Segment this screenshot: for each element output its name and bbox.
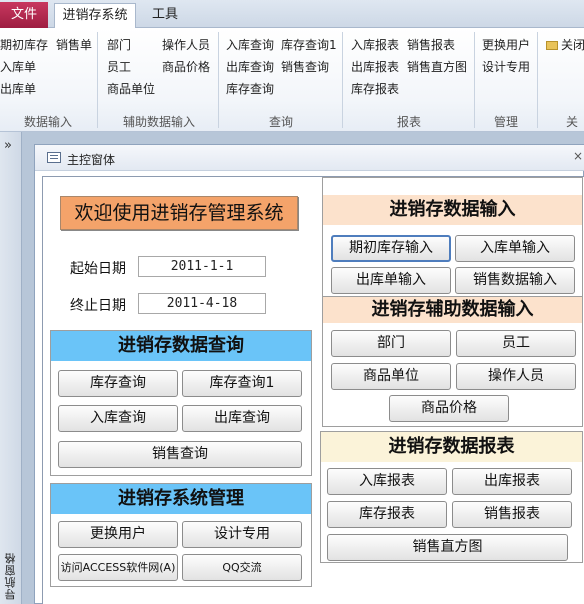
navigation-pane-label: 导航窗格 <box>4 552 17 600</box>
group-label-manage: 管理 <box>493 115 518 129</box>
form-body: 欢迎使用进销存管理系统 起始日期 2011-1-1 终止日期 2011-4-18… <box>42 176 584 604</box>
form-tab[interactable]: 主控窗体 × <box>35 145 584 171</box>
ribbon-product-unit[interactable]: 商品单位 <box>107 80 155 97</box>
start-date-field[interactable]: 2011-1-1 <box>138 256 266 277</box>
group-label-close: 关 <box>566 115 579 129</box>
welcome-banner: 欢迎使用进销存管理系统 <box>60 196 298 230</box>
inbound-order-input-button[interactable]: 入库单输入 <box>455 235 575 262</box>
query-panel-title: 进销存数据查询 <box>51 331 311 361</box>
system-management-title: 进销存系统管理 <box>51 484 311 514</box>
switch-user-button[interactable]: 更换用户 <box>58 521 178 548</box>
ribbon-separator <box>537 32 538 128</box>
ribbon-sales-histogram[interactable]: 销售直方图 <box>407 58 467 75</box>
outbound-report-button[interactable]: 出库报表 <box>452 468 572 495</box>
outbound-query-button[interactable]: 出库查询 <box>182 405 302 432</box>
group-label-query: 查询 <box>268 115 293 129</box>
ribbon-sales-query[interactable]: 销售查询 <box>281 58 329 75</box>
visit-access-site-button[interactable]: 访问ACCESS软件网(A) <box>58 554 178 581</box>
product-price-button[interactable]: 商品价格 <box>389 395 509 422</box>
ribbon-inbound-report[interactable]: 入库报表 <box>351 36 399 53</box>
ribbon-stock-query-1[interactable]: 库存查询1 <box>281 36 337 53</box>
ribbon-sales-report[interactable]: 销售报表 <box>407 36 455 53</box>
ribbon-department[interactable]: 部门 <box>107 36 131 53</box>
system-management-panel: 进销存系统管理 更换用户 设计专用 访问ACCESS软件网(A) QQ交流 <box>50 483 312 587</box>
ribbon-close[interactable]: 关闭 <box>546 36 584 53</box>
main-form-window: 主控窗体 × 欢迎使用进销存管理系统 起始日期 2011-1-1 终止日期 20… <box>34 144 584 604</box>
inbound-query-button[interactable]: 入库查询 <box>58 405 178 432</box>
workspace: 主控窗体 × 欢迎使用进销存管理系统 起始日期 2011-1-1 终止日期 20… <box>22 132 584 604</box>
stock-query-button[interactable]: 库存查询 <box>58 370 178 397</box>
inbound-report-button[interactable]: 入库报表 <box>327 468 447 495</box>
qq-chat-button[interactable]: QQ交流 <box>182 554 302 581</box>
stock-query-1-button[interactable]: 库存查询1 <box>182 370 302 397</box>
end-date-field[interactable]: 2011-4-18 <box>138 293 266 314</box>
department-button[interactable]: 部门 <box>331 330 451 357</box>
ribbon-close-label: 关闭 <box>561 38 584 52</box>
design-only-button[interactable]: 设计专用 <box>182 521 302 548</box>
group-label-data-input: 数据输入 <box>23 115 72 129</box>
ribbon-employee[interactable]: 员工 <box>107 58 131 75</box>
ribbon-outbound-query[interactable]: 出库查询 <box>226 58 274 75</box>
aux-data-input-title: 进销存辅助数据输入 <box>323 297 582 323</box>
sales-histogram-button[interactable]: 销售直方图 <box>327 534 568 561</box>
group-label-reports: 报表 <box>396 115 421 129</box>
ribbon-sales-order[interactable]: 销售单 <box>56 36 92 53</box>
ribbon-stock-query[interactable]: 库存查询 <box>226 80 274 97</box>
sales-data-input-button[interactable]: 销售数据输入 <box>455 267 575 294</box>
ribbon-outbound-report[interactable]: 出库报表 <box>351 58 399 75</box>
report-panel: 进销存数据报表 入库报表 出库报表 库存报表 销售报表 销售直方图 <box>320 431 583 563</box>
ribbon-operator[interactable]: 操作人员 <box>162 36 210 53</box>
operator-button[interactable]: 操作人员 <box>456 363 576 390</box>
opening-stock-input-button[interactable]: 期初库存输入 <box>331 235 451 262</box>
ribbon-tab-strip: 文件 进销存系统 工具 <box>0 0 584 28</box>
ribbon-switch-user[interactable]: 更换用户 <box>482 36 530 53</box>
ribbon-separator <box>342 32 343 128</box>
expand-chevron-icon[interactable]: » <box>4 138 12 153</box>
tab-tools[interactable]: 工具 <box>142 3 188 28</box>
tab-inventory-system[interactable]: 进销存系统 <box>54 3 136 28</box>
ribbon-stock-report[interactable]: 库存报表 <box>351 80 399 97</box>
aux-data-input-panel: 进销存辅助数据输入 部门 员工 商品单位 操作人员 商品价格 <box>322 297 583 427</box>
ribbon-inbound-query[interactable]: 入库查询 <box>226 36 274 53</box>
data-input-title: 进销存数据输入 <box>323 195 582 225</box>
form-tab-title: 主控窗体 <box>67 153 116 167</box>
sales-report-button[interactable]: 销售报表 <box>452 501 572 528</box>
navigation-pane[interactable]: » 导航窗格 <box>0 132 22 604</box>
tab-file[interactable]: 文件 <box>0 2 48 28</box>
group-label-aux-input: 辅助数据输入 <box>122 115 195 129</box>
ribbon-separator <box>474 32 475 128</box>
ribbon: 期初库存 销售单 入库单 出库单 数据输入 部门 操作人员 员工 商品价格 商品… <box>0 28 584 132</box>
ribbon-separator <box>218 32 219 128</box>
form-icon <box>47 152 61 163</box>
data-input-panel: 进销存数据输入 期初库存输入 入库单输入 出库单输入 销售数据输入 <box>322 177 583 297</box>
folder-icon <box>546 41 558 50</box>
ribbon-opening-stock[interactable]: 期初库存 <box>0 36 48 53</box>
product-unit-button[interactable]: 商品单位 <box>331 363 451 390</box>
report-panel-title: 进销存数据报表 <box>321 432 582 462</box>
ribbon-product-price[interactable]: 商品价格 <box>162 58 210 75</box>
outbound-order-input-button[interactable]: 出库单输入 <box>331 267 451 294</box>
end-date-label: 终止日期 <box>70 298 126 314</box>
ribbon-separator <box>97 32 98 128</box>
employee-button[interactable]: 员工 <box>456 330 576 357</box>
sales-query-button[interactable]: 销售查询 <box>58 441 302 468</box>
query-panel: 进销存数据查询 库存查询 库存查询1 入库查询 出库查询 销售查询 <box>50 330 312 476</box>
stock-report-button[interactable]: 库存报表 <box>327 501 447 528</box>
ribbon-inbound-order[interactable]: 入库单 <box>0 58 36 75</box>
close-icon[interactable]: × <box>573 149 583 163</box>
ribbon-design-only[interactable]: 设计专用 <box>482 58 530 75</box>
ribbon-outbound-order[interactable]: 出库单 <box>0 80 36 97</box>
start-date-label: 起始日期 <box>70 261 126 277</box>
